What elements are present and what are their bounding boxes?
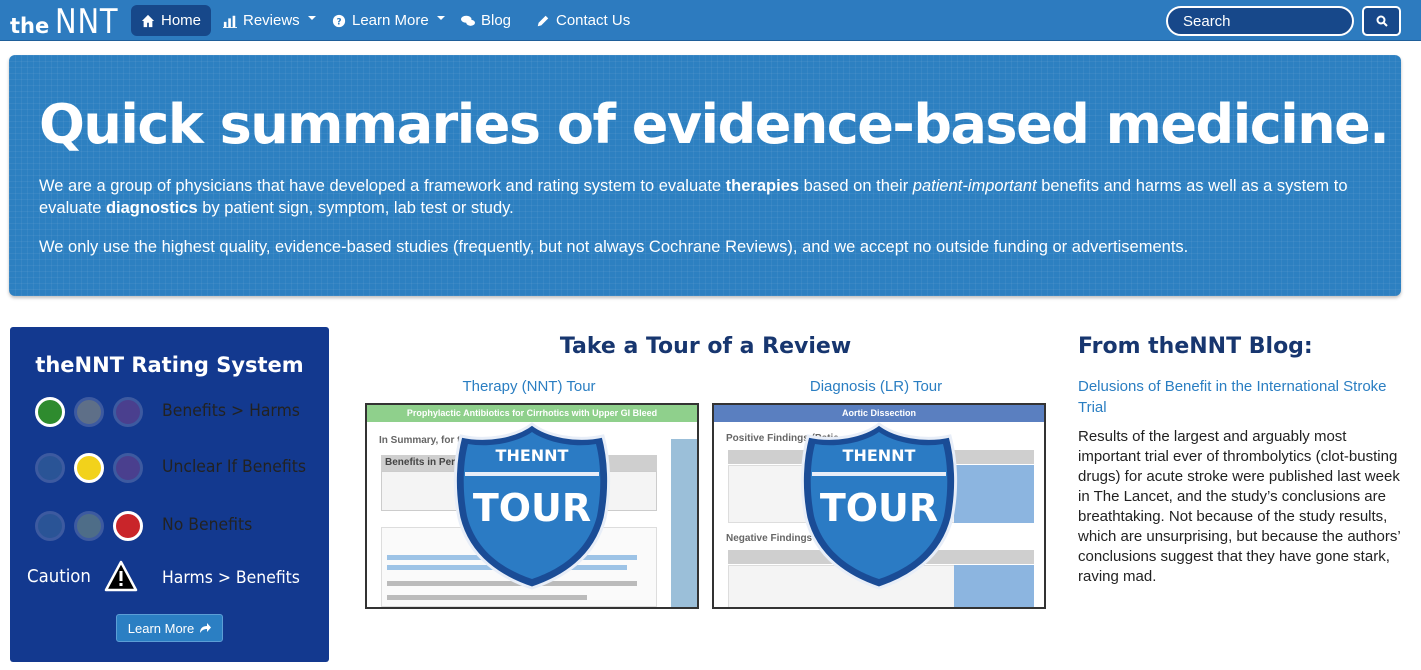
learn-more-label: Learn More bbox=[127, 620, 195, 636]
brand-prefix: the bbox=[10, 14, 50, 38]
chevron-down-icon bbox=[436, 15, 445, 20]
hero-title: Quick summaries of evidence-based medici… bbox=[39, 93, 1390, 156]
navbar: the NNT Home Reviews ? Learn More Blog C… bbox=[0, 0, 1421, 42]
share-arrow-icon bbox=[200, 622, 212, 633]
diagnosis-tour-link[interactable]: Diagnosis (LR) Tour bbox=[712, 378, 1040, 395]
caution-label: Caution bbox=[27, 566, 91, 587]
hero-banner: Quick summaries of evidence-based medici… bbox=[9, 55, 1401, 296]
nav-contact-label: Contact Us bbox=[556, 12, 631, 29]
nav-home-label: Home bbox=[161, 12, 202, 29]
hero-text: by patient sign, symptom, lab test or st… bbox=[197, 199, 514, 217]
blue-rating-icon bbox=[35, 511, 65, 541]
badge-word: TOUR bbox=[473, 486, 591, 530]
blue-rating-icon bbox=[35, 453, 65, 483]
search-input[interactable] bbox=[1166, 6, 1354, 36]
hero-funding-note: We only use the highest quality, evidenc… bbox=[39, 238, 1189, 256]
question-circle-icon: ? bbox=[332, 14, 346, 27]
hero-text-italic: patient-important bbox=[912, 177, 1037, 195]
rating-label-benefits-harms: Benefits > Harms bbox=[162, 401, 300, 421]
brand-logo[interactable]: the NNT bbox=[10, 2, 130, 42]
warning-icon bbox=[104, 560, 138, 592]
tour-section-title: Take a Tour of a Review bbox=[559, 334, 852, 359]
thumb-row bbox=[954, 565, 1034, 607]
tour-badge-icon: THENNT TOUR bbox=[453, 422, 611, 590]
chevron-down-icon bbox=[307, 15, 316, 20]
rating-system-panel: theNNT Rating System bbox=[10, 327, 329, 662]
yellow-rating-icon bbox=[74, 453, 104, 483]
purple-rating-icon bbox=[113, 453, 143, 483]
nav-reviews-label: Reviews bbox=[243, 12, 300, 29]
pencil-icon bbox=[537, 15, 549, 26]
comments-icon bbox=[461, 15, 475, 26]
learn-more-button[interactable]: Learn More bbox=[116, 614, 223, 642]
badge-word: TOUR bbox=[820, 486, 938, 530]
hero-description: We are a group of physicians that have d… bbox=[39, 175, 1379, 219]
gray-rating-icon bbox=[74, 397, 104, 427]
thumb-row bbox=[387, 595, 587, 600]
blog-post-excerpt: Results of the largest and arguably most… bbox=[1078, 428, 1401, 585]
bar-chart-icon bbox=[223, 15, 237, 28]
teal-rating-icon bbox=[74, 511, 104, 541]
therapy-tour-link[interactable]: Therapy (NNT) Tour bbox=[365, 378, 693, 395]
thumb-sidebar bbox=[671, 439, 697, 607]
rating-label-no-benefits: No Benefits bbox=[162, 515, 253, 535]
hero-text: We are a group of physicians that have d… bbox=[39, 177, 726, 195]
hero-text: based on their bbox=[799, 177, 913, 195]
rating-label-unclear: Unclear If Benefits bbox=[162, 457, 307, 477]
brand-name: NNT bbox=[55, 2, 119, 42]
green-rating-icon bbox=[35, 397, 65, 427]
nav-learn-more[interactable]: ? Learn More bbox=[322, 5, 455, 36]
nav-blog-label: Blog bbox=[481, 12, 512, 29]
blog-section-title: From theNNT Blog: bbox=[1078, 334, 1313, 359]
thumb-row bbox=[954, 465, 1034, 523]
badge-brand: THENNT bbox=[496, 446, 569, 465]
hero-text-bold: therapies bbox=[725, 177, 800, 195]
search-button[interactable] bbox=[1362, 6, 1401, 36]
nav-blog[interactable]: Blog bbox=[451, 5, 521, 36]
home-icon bbox=[141, 14, 155, 27]
rating-title: theNNT Rating System bbox=[35, 353, 304, 377]
blog-post-link[interactable]: Delusions of Benefit in the Internationa… bbox=[1078, 376, 1408, 418]
rating-label-harms-benefits: Harms > Benefits bbox=[162, 568, 300, 588]
svg-text:?: ? bbox=[336, 17, 341, 27]
red-rating-icon bbox=[113, 511, 143, 541]
nav-home[interactable]: Home bbox=[131, 5, 212, 36]
nav-contact[interactable]: Contact Us bbox=[526, 5, 640, 36]
hero-text-bold: diagnostics bbox=[105, 199, 198, 217]
nav-reviews[interactable]: Reviews bbox=[213, 5, 326, 36]
nav-learn-more-label: Learn More bbox=[352, 12, 429, 29]
badge-brand: THENNT bbox=[843, 446, 916, 465]
purple-rating-icon bbox=[113, 397, 143, 427]
tour-badge-icon: THENNT TOUR bbox=[800, 422, 958, 590]
search-icon bbox=[1376, 15, 1388, 27]
